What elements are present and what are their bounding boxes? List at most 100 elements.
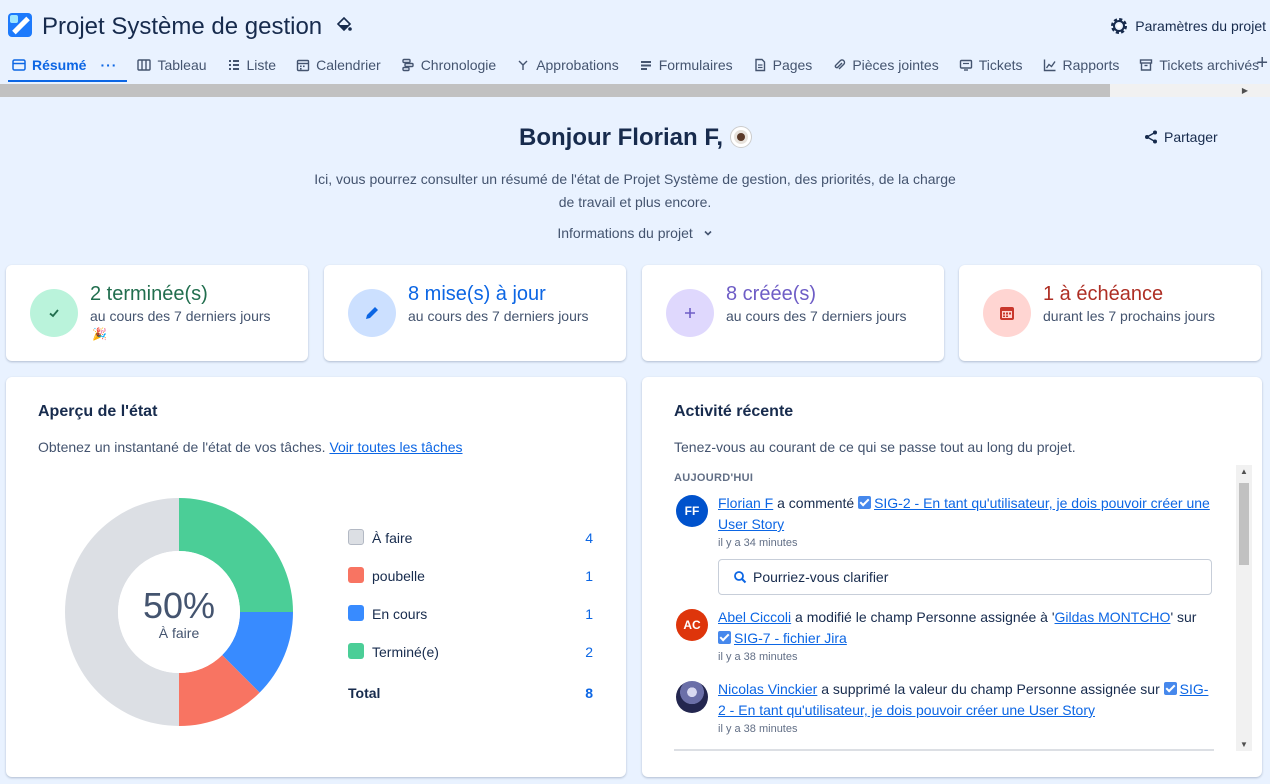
comment-preview[interactable]: Pourriez-vous clarifier (718, 559, 1212, 595)
tab-tableau[interactable]: Tableau (127, 48, 216, 82)
stat-caption: au cours des 7 derniers jours (726, 308, 907, 324)
project-settings-button[interactable]: Paramètres du projet (1109, 16, 1266, 36)
tab-liste[interactable]: Liste (217, 48, 287, 82)
tab-chronologie[interactable]: Chronologie (391, 48, 507, 82)
activity-text: Abel Ciccoli a modifié le champ Personne… (718, 607, 1213, 649)
legend-swatch (348, 567, 364, 583)
assignee-link[interactable]: Gildas MONTCHO (1055, 609, 1171, 625)
intro-line: de travail et plus encore. (558, 194, 712, 210)
stat-circle (983, 289, 1031, 337)
paint-bucket-icon[interactable] (336, 17, 352, 33)
list-icon (228, 60, 239, 70)
share-button[interactable]: Partager (1144, 129, 1218, 145)
tab-more-icon[interactable]: ··· (100, 57, 117, 73)
legend-value[interactable]: 1 (585, 568, 593, 584)
legend-item[interactable]: En cours 1 (348, 603, 593, 641)
horizontal-scrollbar[interactable]: ▶ (0, 84, 1270, 97)
scroll-down-arrow-icon[interactable]: ▼ (1240, 740, 1248, 749)
avatar[interactable]: AC (676, 609, 708, 641)
party-popper-icon: 🎉 (92, 327, 107, 341)
legend-item[interactable]: À faire 4 (348, 527, 593, 565)
tab-label: Pièces jointes (852, 57, 939, 73)
forms-icon (640, 61, 651, 70)
avatar[interactable]: FF (676, 495, 708, 527)
task-checkbox-icon (718, 631, 731, 644)
legend-value[interactable]: 4 (585, 530, 593, 546)
legend-item[interactable]: poubelle 1 (348, 565, 593, 603)
activity-action: a commenté (777, 495, 855, 511)
panel-description: Obtenez un instantané de l'état de vos t… (38, 439, 463, 455)
stat-value[interactable]: 8 mise(s) à jour (408, 283, 546, 306)
legend-swatch (348, 643, 364, 659)
avatar[interactable] (676, 681, 708, 713)
scroll-up-arrow-icon[interactable]: ▲ (1240, 467, 1248, 476)
user-link[interactable]: Nicolas Vinckier (718, 681, 817, 697)
tab-rapports[interactable]: Rapports (1033, 48, 1130, 82)
tickets-icon (959, 59, 972, 71)
comment-text: Pourriez-vous clarifier (753, 569, 889, 585)
timeline-icon (401, 58, 414, 72)
tab-resume[interactable]: Résumé ··· (8, 48, 128, 82)
tab-label: Rapports (1062, 57, 1120, 73)
stat-circle (348, 289, 396, 337)
tab-pieces-jointes[interactable]: Pièces jointes (822, 48, 948, 82)
tab-pages[interactable]: Pages (743, 48, 823, 82)
add-tab-icon[interactable]: + (1256, 52, 1268, 75)
user-link[interactable]: Abel Ciccoli (718, 609, 791, 625)
activity-time: il y a 38 minutes (718, 723, 798, 735)
panel-description: Tenez-vous au courant de ce qui se passe… (674, 439, 1076, 455)
user-link[interactable]: Florian F (718, 495, 773, 511)
issue-link[interactable]: SIG-7 - fichier Jira (734, 630, 847, 646)
panel-title: Aperçu de l'état (38, 403, 158, 420)
recent-activity-panel: Activité récente Tenez-vous au courant d… (642, 377, 1262, 777)
check-icon (49, 309, 59, 318)
activity-action: a supprimé la valeur du champ Personne a… (821, 681, 1160, 697)
activity-scrollbar[interactable]: ▲ ▼ (1236, 465, 1252, 751)
scrollbar-thumb[interactable] (1239, 483, 1249, 565)
intro-line: Ici, vous pourrez consulter un résumé de… (314, 171, 956, 187)
section-heading-today: AUJOURD'HUI (674, 472, 754, 484)
project-info-toggle[interactable]: Informations du projet (0, 225, 1270, 241)
view-all-tasks-link[interactable]: Voir toutes les tâches (329, 439, 462, 455)
activity-list: FF Florian F a commenté SIG-2 - En tant … (674, 493, 1234, 755)
tab-approbations[interactable]: Approbations (506, 48, 629, 82)
tab-label: Tableau (157, 57, 207, 73)
stat-card-created[interactable]: 8 créée(s) au cours des 7 derniers jours (642, 265, 944, 361)
tab-tickets-archives[interactable]: Tickets archivés (1129, 48, 1269, 82)
calendar-icon (296, 59, 310, 72)
stat-caption: durant les 7 prochains jours (1043, 308, 1215, 324)
gear-icon (1111, 18, 1128, 34)
tab-label: Calendrier (316, 57, 381, 73)
status-overview-panel: Aperçu de l'état Obtenez un instantané d… (6, 377, 626, 777)
tab-tickets[interactable]: Tickets (949, 48, 1033, 82)
legend-item[interactable]: Terminé(e) 2 (348, 641, 593, 679)
tab-formulaires[interactable]: Formulaires (629, 48, 743, 82)
plus-icon (685, 308, 695, 318)
stat-value[interactable]: 1 à échéance (1043, 283, 1163, 306)
legend-swatch (348, 605, 364, 621)
divider (674, 749, 1214, 751)
legend-value[interactable]: 1 (585, 606, 593, 622)
activity-text: Nicolas Vinckier a supprimé la valeur du… (718, 679, 1213, 721)
tab-calendrier[interactable]: Calendrier (286, 48, 391, 82)
stat-card-completed[interactable]: 2 terminée(s) au cours des 7 derniers jo… (6, 265, 308, 361)
tab-label: Résumé (32, 57, 87, 73)
tab-label: Tickets (978, 57, 1023, 73)
stat-circle (30, 289, 78, 337)
donut-center-value: 50% (142, 585, 216, 626)
tab-label: Pages (772, 57, 813, 73)
activity-text: Florian F a commenté SIG-2 - En tant qu'… (718, 493, 1213, 535)
description-text: Obtenez un instantané de l'état de vos t… (38, 439, 326, 455)
stat-value[interactable]: 8 créée(s) (726, 283, 816, 306)
stat-card-updated[interactable]: 8 mise(s) à jour au cours des 7 derniers… (324, 265, 626, 361)
legend-value[interactable]: 2 (585, 644, 593, 660)
project-title[interactable]: Projet Système de gestion (42, 13, 322, 41)
summary-icon (12, 59, 26, 71)
legend-total-value[interactable]: 8 (585, 685, 593, 701)
approvals-icon (518, 60, 528, 70)
scrollbar-thumb[interactable] (0, 84, 1110, 97)
stat-value[interactable]: 2 terminée(s) (90, 283, 208, 306)
scroll-right-arrow-icon[interactable]: ▶ (1242, 86, 1248, 95)
stat-card-due[interactable]: 1 à échéance durant les 7 prochains jour… (959, 265, 1261, 361)
tab-label: Formulaires (658, 57, 733, 73)
